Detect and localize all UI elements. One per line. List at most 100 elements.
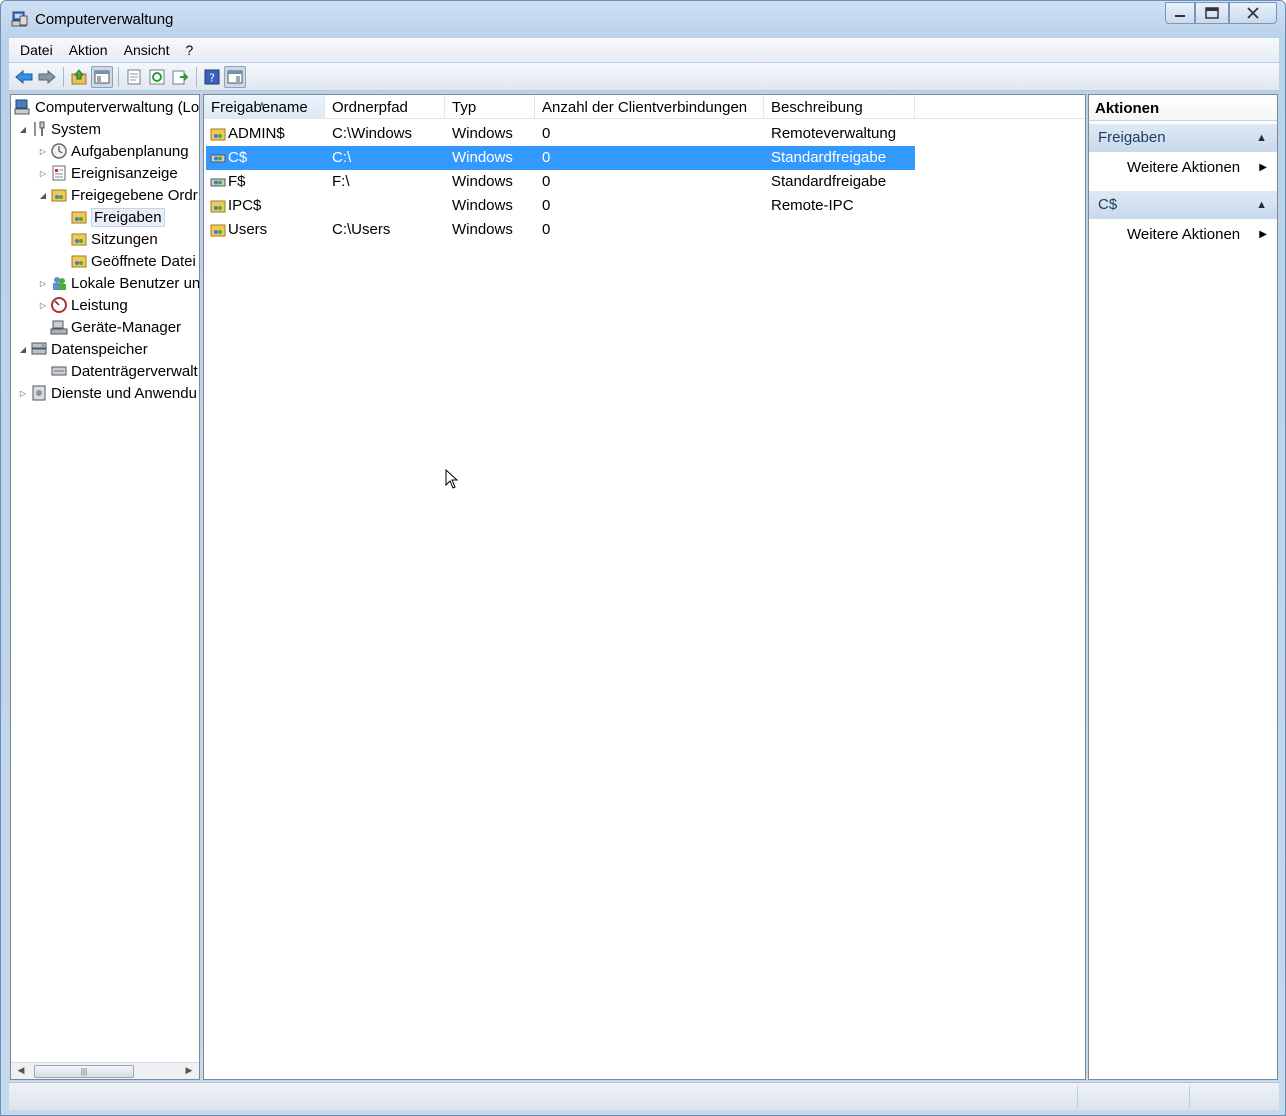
- expand-arrow-icon[interactable]: ▷: [38, 301, 48, 310]
- collapse-up-icon[interactable]: ▲: [1256, 191, 1267, 219]
- expand-arrow-icon[interactable]: ▷: [18, 389, 28, 398]
- column-freigabename[interactable]: ▲ Freigabename: [204, 95, 325, 119]
- submenu-arrow-icon: ▶: [1259, 162, 1267, 173]
- shares-icon: [71, 211, 87, 224]
- export-list-icon: [172, 70, 188, 84]
- actions-section-c-share[interactable]: C$ ▲: [1089, 191, 1277, 219]
- properties-icon: [127, 69, 141, 84]
- tree-item-datentraegerverwaltung[interactable]: Datenträgerverwalt: [50, 360, 198, 382]
- table-row[interactable]: ADMIN$ C:\Windows Windows 0 Remoteverwal…: [206, 122, 915, 146]
- toolbar-separator: [196, 66, 197, 87]
- close-icon: [1247, 7, 1259, 19]
- show-hide-tree-icon: [94, 70, 110, 83]
- column-label: Anzahl der Clientverbindungen: [542, 99, 748, 116]
- tree-item-datenspeicher[interactable]: ◢ Datenspeicher: [18, 338, 148, 360]
- table-row[interactable]: IPC$ Windows 0 Remote-IPC: [206, 194, 915, 218]
- menu-help[interactable]: ?: [178, 42, 202, 58]
- show-hide-tree-button[interactable]: [91, 65, 113, 88]
- sort-ascending-icon: ▲: [258, 99, 266, 108]
- menu-ansicht[interactable]: Ansicht: [116, 42, 178, 58]
- tree-item-aufgabenplanung[interactable]: ▷ Aufgabenplanung: [38, 140, 189, 162]
- export-list-button[interactable]: [169, 66, 191, 88]
- expand-arrow-icon[interactable]: ▷: [38, 169, 48, 178]
- tree-label: Geräte-Manager: [71, 318, 182, 336]
- back-button[interactable]: [13, 66, 35, 88]
- collapse-up-icon[interactable]: ▲: [1256, 124, 1267, 152]
- cell-path: F:\: [332, 173, 350, 190]
- expand-arrow-icon[interactable]: ▷: [38, 147, 48, 156]
- tree-item-freigegebene-ordner[interactable]: ◢ Freigegebene Ordr: [38, 184, 198, 206]
- menu-datei[interactable]: Datei: [9, 42, 61, 58]
- toolbar-separator: [63, 66, 64, 87]
- cell-name: F$: [228, 173, 246, 190]
- collapse-arrow-icon[interactable]: ◢: [18, 345, 28, 354]
- refresh-icon: [149, 69, 165, 84]
- weitere-aktionen-c-share[interactable]: Weitere Aktionen ▶: [1127, 223, 1267, 247]
- share-folder-icon: [210, 128, 226, 141]
- tree-label: Geöffnete Datei: [91, 252, 196, 270]
- tree-label: Freigaben: [91, 207, 165, 227]
- system-tools-icon: [34, 121, 45, 136]
- properties-button[interactable]: [123, 66, 145, 88]
- column-label: Beschreibung: [771, 99, 863, 116]
- up-folder-button[interactable]: [68, 66, 90, 88]
- scroll-right-icon[interactable]: ▶: [182, 1065, 196, 1077]
- maximize-button[interactable]: [1195, 2, 1229, 24]
- forward-icon: [38, 69, 56, 84]
- help-button[interactable]: ?: [201, 66, 223, 88]
- weitere-aktionen-freigaben[interactable]: Weitere Aktionen ▶: [1127, 156, 1267, 180]
- cell-name: Users: [228, 221, 268, 238]
- collapse-arrow-icon[interactable]: ◢: [38, 191, 48, 200]
- column-beschreibung[interactable]: Beschreibung: [764, 95, 915, 119]
- expand-arrow-icon[interactable]: ▷: [38, 279, 48, 288]
- tree-item-leistung[interactable]: ▷ Leistung: [38, 294, 128, 316]
- tree-item-geoeffnete-dateien[interactable]: Geöffnete Datei: [70, 250, 196, 272]
- menu-bar: Datei Aktion Ansicht ?: [9, 38, 1279, 62]
- minimize-button[interactable]: [1165, 2, 1195, 24]
- tree-item-root[interactable]: Computerverwaltung (Lo: [14, 96, 199, 118]
- action-label: Weitere Aktionen: [1127, 226, 1241, 243]
- table-row[interactable]: F$ F:\ Windows 0 Standardfreigabe: [206, 170, 915, 194]
- storage-icon: [31, 342, 47, 355]
- actions-title: Aktionen: [1089, 95, 1277, 121]
- drive-share-icon: [210, 154, 226, 163]
- show-hide-action-pane-button[interactable]: [224, 65, 246, 88]
- close-button[interactable]: [1229, 2, 1277, 24]
- column-ordnerpfad[interactable]: Ordnerpfad: [325, 95, 445, 119]
- column-anzahl-clientverbindungen[interactable]: Anzahl der Clientverbindungen: [535, 95, 764, 119]
- cell-description: Remoteverwaltung: [771, 125, 897, 142]
- computer-management-window: Computerverwaltung Datei Aktion Ansicht …: [0, 0, 1286, 1116]
- sessions-icon: [71, 233, 87, 246]
- refresh-button[interactable]: [146, 66, 168, 88]
- cell-connections: 0: [542, 149, 551, 166]
- table-row[interactable]: Users C:\Users Windows 0: [206, 218, 915, 242]
- scrollbar-thumb[interactable]: |||: [34, 1065, 134, 1078]
- scroll-left-icon[interactable]: ◀: [14, 1065, 28, 1077]
- cell-type: Windows: [452, 149, 513, 166]
- tree-label: Freigegebene Ordr: [71, 186, 198, 204]
- tree-horizontal-scrollbar[interactable]: ◀ ||| ▶: [11, 1062, 199, 1079]
- table-row-selected[interactable]: C$ C:\ Windows 0 Standardfreigabe: [206, 146, 915, 170]
- clock-icon: [51, 143, 67, 159]
- menu-aktion[interactable]: Aktion: [61, 42, 116, 58]
- tree-label: System: [51, 120, 102, 138]
- tree-item-dienste[interactable]: ▷ Dienste und Anwendu: [18, 382, 197, 404]
- actions-section-freigaben[interactable]: Freigaben ▲: [1089, 124, 1277, 152]
- tree-item-sitzungen[interactable]: Sitzungen: [70, 228, 158, 250]
- services-icon: [32, 385, 46, 401]
- column-typ[interactable]: Typ: [445, 95, 535, 119]
- forward-button[interactable]: [36, 66, 58, 88]
- collapse-arrow-icon[interactable]: ◢: [18, 125, 28, 134]
- cell-connections: 0: [542, 197, 551, 214]
- submenu-arrow-icon: ▶: [1259, 229, 1267, 240]
- tree-label: Lokale Benutzer un: [71, 274, 200, 292]
- svg-text:?: ?: [209, 71, 215, 84]
- tree-item-ereignisanzeige[interactable]: ▷ Ereignisanzeige: [38, 162, 178, 184]
- tree-item-freigaben[interactable]: Freigaben: [70, 206, 165, 228]
- tree-item-lokale-benutzer[interactable]: ▷ Lokale Benutzer un: [38, 272, 200, 294]
- tree-label: Datenspeicher: [51, 340, 148, 358]
- tree-item-system[interactable]: ◢ System: [18, 118, 101, 140]
- tree-label: Leistung: [71, 296, 128, 314]
- minimize-icon: [1175, 15, 1185, 17]
- tree-item-geraete-manager[interactable]: Geräte-Manager: [50, 316, 181, 338]
